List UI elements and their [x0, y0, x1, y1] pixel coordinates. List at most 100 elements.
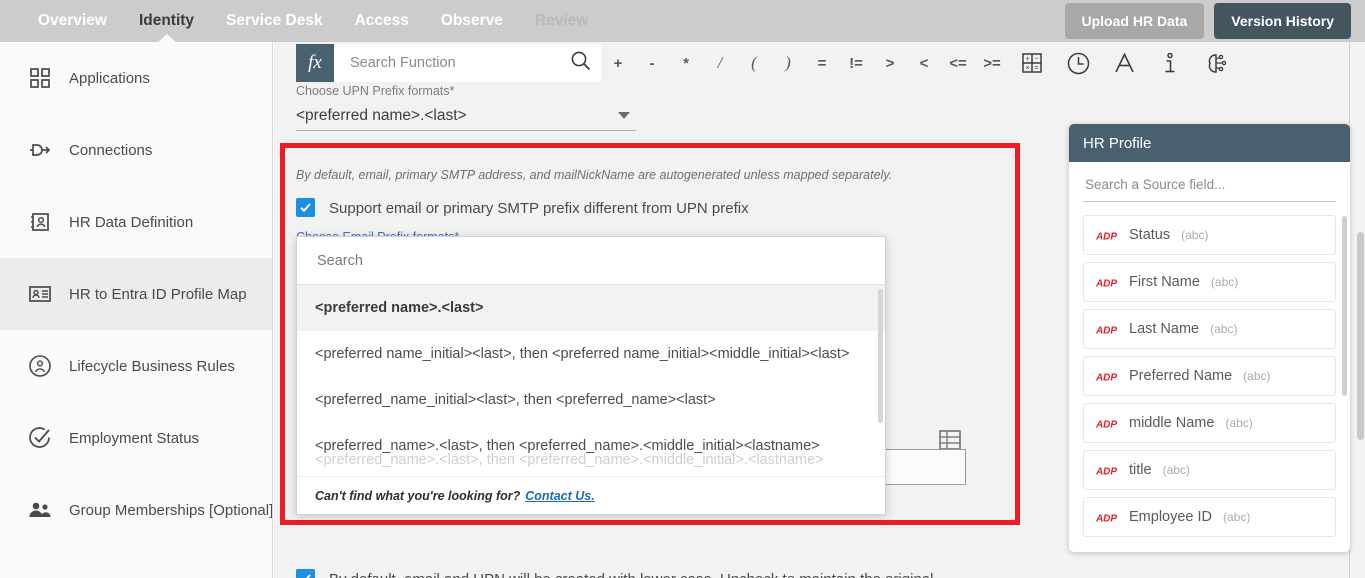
- text-format-icon[interactable]: [1101, 44, 1147, 82]
- adp-logo-icon: ADP: [1095, 370, 1118, 383]
- operator-divide-button[interactable]: /: [703, 44, 737, 82]
- dropdown-search-input[interactable]: [315, 251, 867, 270]
- support-email-prefix-checkbox[interactable]: [296, 198, 315, 217]
- lowercase-checkbox[interactable]: [296, 569, 315, 578]
- nav-item-label: Review: [534, 12, 589, 29]
- hr-field-middle-name[interactable]: ADP middle Name (abc): [1083, 403, 1336, 443]
- nav-item-label: Overview: [38, 12, 107, 29]
- sidebar-item-group-memberships[interactable]: Group Memberships [Optional]: [0, 474, 272, 546]
- svg-text:ADP: ADP: [1095, 278, 1117, 289]
- users-icon: [27, 497, 53, 523]
- hr-field-status[interactable]: ADP Status (abc): [1083, 215, 1336, 255]
- lowercase-option-row: By default, email and UPN will be create…: [296, 568, 996, 578]
- sidebar-item-applications[interactable]: Applications: [0, 42, 272, 114]
- calculator-icon[interactable]: + − × =: [1009, 44, 1055, 82]
- check-circle-icon: [27, 425, 53, 451]
- hr-field-type: (abc): [1225, 416, 1253, 430]
- nav-item-review[interactable]: Review: [519, 0, 604, 42]
- hr-field-name: First Name: [1129, 274, 1200, 290]
- fx-button[interactable]: fx: [296, 44, 334, 82]
- dropdown-option[interactable]: <preferred_name_initial><last>, then <pr…: [297, 377, 885, 423]
- nav-item-observe[interactable]: Observe: [425, 0, 519, 42]
- contact-card-icon: [27, 209, 53, 235]
- upn-prefix-label: Choose UPN Prefix formats*: [296, 84, 455, 98]
- operator-equals-button[interactable]: =: [805, 44, 839, 82]
- sidebar-item-hr-to-entra-id-profile-map[interactable]: HR to Entra ID Profile Map: [0, 258, 272, 330]
- nav-item-label: Access: [354, 12, 409, 29]
- clock-icon[interactable]: [1055, 44, 1101, 82]
- dropdown-option-partial[interactable]: <preferred_name>.<last>, then <preferred…: [297, 437, 885, 477]
- hr-field-name: Preferred Name: [1129, 368, 1233, 384]
- operator-buttons: + - * / ( ) = != > < <= >=: [601, 44, 1009, 82]
- dropdown-option-list: <preferred name>.<last> <preferred name_…: [297, 285, 885, 477]
- dropdown-option[interactable]: <preferred name>.<last>: [297, 285, 885, 331]
- hr-profile-search-box[interactable]: [1069, 162, 1350, 202]
- hr-field-preferred-name[interactable]: ADP Preferred Name (abc): [1083, 356, 1336, 396]
- hr-field-type: (abc): [1223, 510, 1251, 524]
- adp-logo-icon: ADP: [1095, 323, 1118, 336]
- support-email-prefix-row: Support email or primary SMTP prefix dif…: [296, 197, 749, 221]
- hr-field-title[interactable]: ADP title (abc): [1083, 450, 1336, 490]
- hr-field-last-name[interactable]: ADP Last Name (abc): [1083, 309, 1336, 349]
- operator-greater-than-button[interactable]: >: [873, 44, 907, 82]
- operator-close-paren-button[interactable]: ): [771, 44, 805, 82]
- top-navigation-bar: Overview Identity Service Desk Access Ob…: [0, 0, 1365, 43]
- table-grid-icon[interactable]: [939, 430, 961, 450]
- nav-item-overview[interactable]: Overview: [22, 0, 123, 42]
- adp-logo-icon: ADP: [1095, 464, 1118, 477]
- operator-open-paren-button[interactable]: (: [737, 44, 771, 82]
- search-input[interactable]: [348, 54, 570, 72]
- version-history-button[interactable]: Version History: [1214, 3, 1351, 39]
- operator-plus-button[interactable]: +: [601, 44, 635, 82]
- svg-text:ADP: ADP: [1095, 466, 1117, 477]
- nav-item-access[interactable]: Access: [339, 0, 425, 42]
- svg-text:ADP: ADP: [1095, 325, 1117, 336]
- nav-item-service-desk[interactable]: Service Desk: [210, 0, 339, 42]
- hr-field-type: (abc): [1210, 322, 1238, 336]
- hr-field-name: title: [1129, 462, 1152, 478]
- upn-autogenerate-note: By default, email, primary SMTP address,…: [296, 168, 893, 182]
- dropdown-footer: Can't find what you're looking for? Cont…: [297, 476, 885, 514]
- hr-field-type: (abc): [1181, 228, 1209, 242]
- svg-text:ADP: ADP: [1095, 419, 1117, 430]
- nav-item-label: Identity: [138, 12, 195, 29]
- operator-not-equals-button[interactable]: !=: [839, 44, 873, 82]
- hr-field-type: (abc): [1162, 463, 1190, 477]
- svg-text:+: +: [1025, 56, 1029, 63]
- operator-less-than-button[interactable]: <: [907, 44, 941, 82]
- sidebar-item-employment-status[interactable]: Employment Status: [0, 402, 272, 474]
- upload-hr-data-button[interactable]: Upload HR Data: [1064, 3, 1205, 39]
- upn-prefix-select[interactable]: <preferred name>.<last>: [296, 101, 636, 131]
- svg-text:ADP: ADP: [1095, 231, 1117, 242]
- info-icon[interactable]: [1147, 44, 1193, 82]
- sidebar-item-connections[interactable]: Connections: [0, 114, 272, 186]
- sidebar-item-lifecycle-business-rules[interactable]: Lifecycle Business Rules: [0, 330, 272, 402]
- operator-minus-button[interactable]: -: [635, 44, 669, 82]
- svg-text:ADP: ADP: [1095, 513, 1117, 524]
- id-badge-icon: [27, 281, 53, 307]
- chevron-down-icon: [618, 112, 630, 119]
- operator-multiply-button[interactable]: *: [669, 44, 703, 82]
- sidebar-item-hr-data-definition[interactable]: HR Data Definition: [0, 186, 272, 258]
- operator-greater-equal-button[interactable]: >=: [975, 44, 1009, 82]
- operator-less-equal-button[interactable]: <=: [941, 44, 975, 82]
- dropdown-option[interactable]: <preferred name_initial><last>, then <pr…: [297, 331, 885, 377]
- nav-item-identity[interactable]: Identity: [123, 0, 210, 43]
- search-icon[interactable]: [570, 50, 591, 76]
- hr-field-employee-id[interactable]: ADP Employee ID (abc): [1083, 497, 1336, 537]
- logic-brain-icon[interactable]: [1193, 44, 1239, 82]
- function-search-box[interactable]: [334, 44, 601, 82]
- page-scrollbar[interactable]: [1357, 232, 1364, 440]
- hr-field-name: Status: [1129, 227, 1171, 243]
- dropdown-scrollbar[interactable]: [878, 289, 883, 423]
- grid-icon: [27, 65, 53, 91]
- source-field-search-input[interactable]: [1083, 176, 1336, 202]
- hr-field-name: Employee ID: [1129, 509, 1213, 525]
- sidebar-item-label: Group Memberships [Optional]: [69, 501, 273, 519]
- contact-us-link[interactable]: Contact Us.: [525, 489, 594, 503]
- svg-text:×: ×: [1025, 65, 1029, 72]
- dropdown-footer-text: Can't find what you're looking for?: [315, 488, 521, 503]
- hr-profile-scrollbar[interactable]: [1342, 216, 1347, 396]
- hr-field-first-name[interactable]: ADP First Name (abc): [1083, 262, 1336, 302]
- dropdown-search-box[interactable]: [297, 237, 885, 285]
